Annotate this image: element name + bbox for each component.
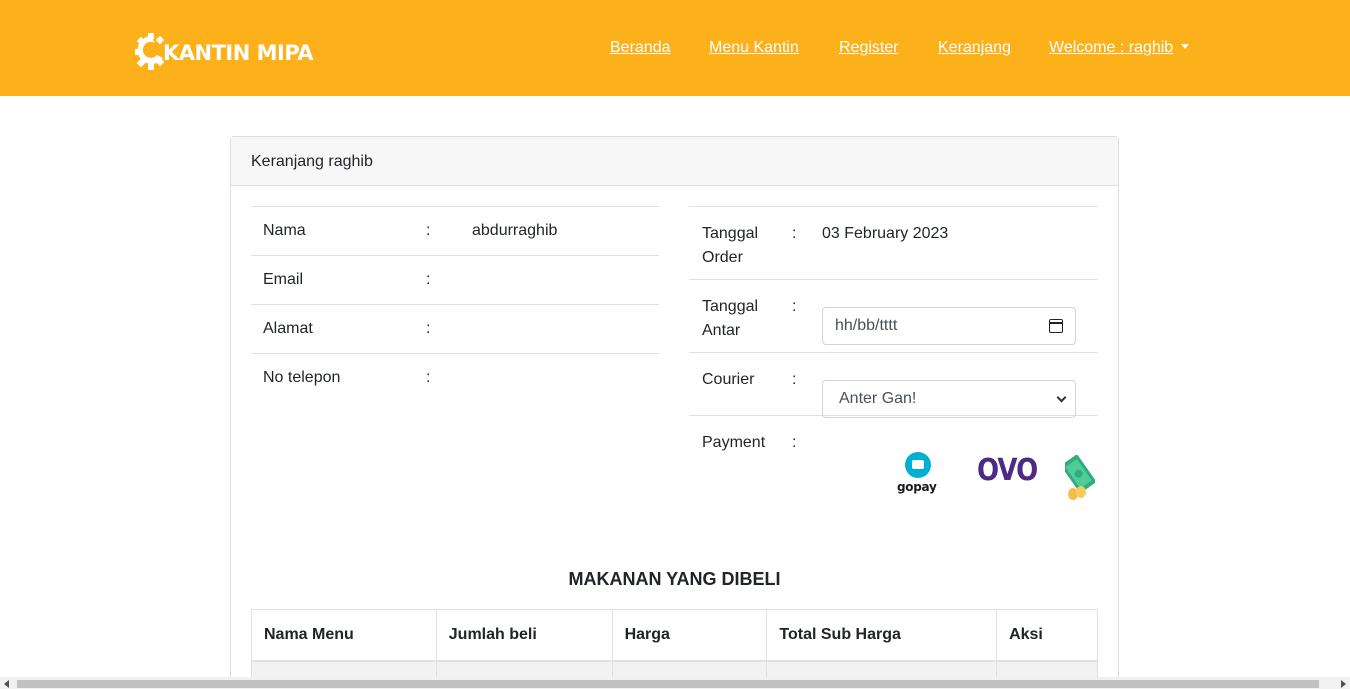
brand-logo[interactable]: KANTIN MIPA: [135, 30, 314, 70]
column-header-harga: Harga: [611, 609, 768, 662]
cash-money-icon[interactable]: [1061, 452, 1096, 502]
column-header-jumlah-beli: Jumlah beli: [435, 609, 613, 662]
info-colon: :: [426, 369, 431, 386]
nav-register-link[interactable]: Register: [839, 38, 899, 58]
payment-label: Payment: [702, 434, 766, 451]
info-colon: :: [426, 320, 431, 337]
chevron-down-icon: [1056, 392, 1067, 402]
top-navbar: KANTIN MIPA Beranda Menu Kantin Register…: [0, 0, 1350, 96]
info-colon: :: [426, 271, 431, 288]
order-row-payment: Payment : gopay OVO: [689, 416, 1098, 516]
info-colon: :: [426, 222, 431, 239]
info-value-nama: abdurraghib: [472, 222, 558, 239]
scrollbar-thumb[interactable]: [17, 680, 1319, 688]
gopay-option[interactable]: gopay: [897, 452, 941, 496]
nav-keranjang-link[interactable]: Keranjang: [938, 38, 1011, 58]
tanggal-antar-date-input[interactable]: hh/bb/tttt: [822, 307, 1076, 345]
order-row-tanggal-order: Tanggal Order : 03 February 2023: [689, 207, 1098, 280]
courier-select[interactable]: Anter Gan!: [822, 380, 1076, 418]
table-header-row: Nama Menu Jumlah beli Harga Total Sub Ha…: [251, 609, 1098, 662]
info-label: Alamat: [263, 320, 313, 337]
tanggal-order-value: 03 February 2023: [822, 225, 949, 242]
scroll-right-arrow-icon[interactable]: [1341, 680, 1346, 688]
brand-name: KANTIN MIPA: [163, 41, 314, 65]
user-dropdown-toggle[interactable]: Welcome : raghib: [1049, 38, 1190, 58]
tanggal-antar-label: Tanggal Antar: [702, 298, 759, 339]
info-colon: :: [792, 371, 797, 388]
customer-info-table: Nama : abdurraghib Email : Alamat : No t…: [251, 206, 659, 403]
horizontal-scrollbar[interactable]: [0, 677, 1350, 689]
ovo-option[interactable]: OVO: [977, 454, 1038, 489]
courier-label: Courier: [702, 371, 755, 388]
info-label: No telepon: [263, 369, 341, 386]
welcome-label: Welcome : raghib: [1049, 39, 1174, 56]
info-row-alamat: Alamat :: [251, 305, 659, 354]
order-row-courier: Courier : Anter Gan!: [689, 353, 1098, 418]
cart-card: Keranjang raghib Nama : abdurraghib Emai…: [230, 136, 1119, 689]
card-header: Keranjang raghib: [231, 137, 1118, 186]
info-row-telepon: No telepon :: [251, 354, 659, 403]
nav-beranda-link[interactable]: Beranda: [610, 38, 671, 58]
info-colon: :: [792, 434, 797, 451]
purchased-section-title: MAKANAN YANG DIBELI: [568, 569, 781, 589]
info-row-nama: Nama : abdurraghib: [251, 207, 659, 256]
info-colon: :: [792, 225, 797, 242]
order-info-table: Tanggal Order : 03 February 2023 Tanggal…: [689, 206, 1098, 516]
gopay-logo-text: gopay: [897, 480, 937, 494]
nav-menu-kantin-link[interactable]: Menu Kantin: [709, 38, 799, 58]
column-header-aksi: Aksi: [996, 609, 1098, 662]
caret-down-icon: [1181, 44, 1190, 49]
gopay-wallet-icon: [905, 452, 931, 478]
info-label: Email: [263, 271, 304, 288]
order-row-tanggal-antar: Tanggal Antar : hh/bb/tttt: [689, 280, 1098, 353]
payment-options: gopay OVO: [897, 452, 1097, 504]
gear-c-logo-icon: [135, 32, 165, 70]
tanggal-order-label: Tanggal Order: [702, 225, 759, 266]
column-header-nama-menu: Nama Menu: [251, 609, 437, 662]
info-row-email: Email :: [251, 256, 659, 305]
courier-selected-value: Anter Gan!: [839, 390, 917, 407]
calendar-icon[interactable]: [1049, 319, 1063, 333]
info-colon: :: [792, 298, 797, 315]
scroll-left-arrow-icon[interactable]: [4, 680, 9, 688]
column-header-total-sub-harga: Total Sub Harga: [766, 609, 998, 662]
info-label: Nama: [263, 222, 306, 239]
date-placeholder: hh/bb/tttt: [835, 317, 898, 334]
